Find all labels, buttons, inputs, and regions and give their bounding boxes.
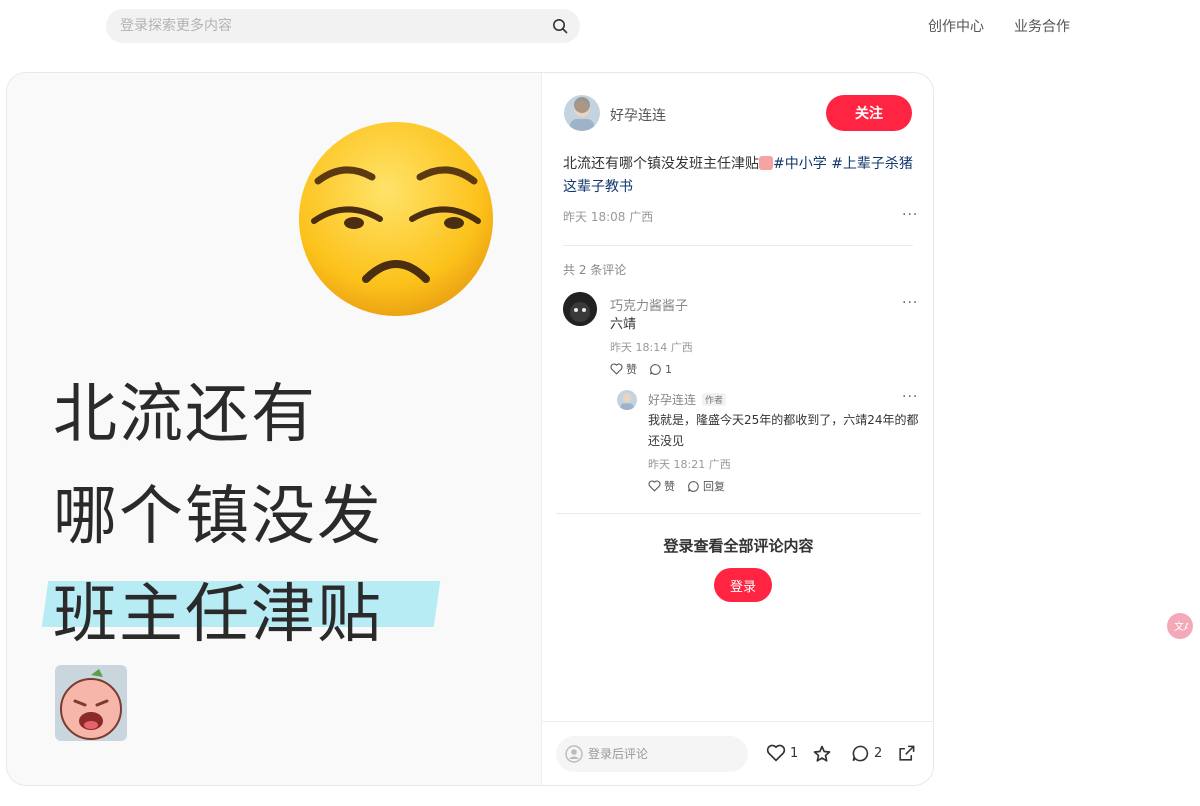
divider	[563, 245, 913, 246]
search-bar[interactable]	[106, 9, 580, 43]
user-icon	[565, 745, 583, 763]
author-badge: 作者	[702, 393, 727, 406]
author-avatar[interactable]	[564, 95, 600, 131]
reply-author-avatar[interactable]	[617, 390, 637, 410]
collect-button[interactable]	[812, 744, 832, 764]
comment-bubble-icon	[852, 745, 869, 762]
comment-reply-button[interactable]: 1	[649, 363, 672, 376]
tag-link[interactable]: #中小学	[773, 156, 827, 172]
follow-button[interactable]: 关注	[826, 95, 912, 131]
reply-label: 回复	[703, 480, 725, 493]
share-button[interactable]	[897, 744, 916, 763]
note-card: 北流还有 哪个镇没发 班主任津贴 好孕连连 关注 北流还有哪个镇没发班主任津贴 #…	[6, 72, 934, 786]
reply-count: 1	[665, 362, 672, 376]
comment-more-icon[interactable]: ···	[902, 295, 918, 311]
search-icon[interactable]	[548, 14, 572, 38]
translate-icon[interactable]: 文A	[1167, 613, 1193, 639]
poster-line-3: 班主任津贴	[53, 578, 383, 652]
heart-icon	[648, 480, 661, 492]
comment-text: 六靖	[610, 317, 637, 332]
comment-count: 共 2 条评论	[563, 263, 627, 277]
comment-actions: 赞 1	[610, 361, 672, 377]
reply-user-label: 好孕连连	[648, 393, 697, 407]
divider	[556, 513, 921, 514]
svg-text:文A: 文A	[1174, 620, 1188, 633]
poster-line-2: 哪个镇没发	[53, 480, 383, 554]
comment-input[interactable]	[588, 736, 738, 772]
like-button[interactable]: 1	[766, 744, 798, 762]
comment-button[interactable]: 2	[851, 744, 882, 763]
note-detail-panel: 好孕连连 关注 北流还有哪个镇没发班主任津贴 #中小学 #上辈子杀猪这辈子教书 昨…	[542, 73, 933, 785]
comment-bubble-icon	[650, 363, 661, 375]
reply-user-name[interactable]: 好孕连连 作者	[648, 391, 727, 408]
reply-like-button[interactable]: 赞	[648, 478, 675, 494]
comment-like-button[interactable]: 赞	[610, 361, 637, 377]
reply-actions: 赞 回复	[648, 478, 725, 494]
reply-meta: 昨天 18:21 广西	[648, 458, 731, 471]
commenter-avatar[interactable]	[563, 292, 597, 326]
comment-meta: 昨天 18:14 广西	[610, 341, 693, 354]
note-more-icon[interactable]: ···	[902, 207, 918, 223]
poster-line-1: 北流还有	[53, 378, 317, 452]
note-title-text: 北流还有哪个镇没发班主任津贴	[563, 156, 759, 172]
business-link[interactable]: 业务合作	[1014, 16, 1070, 36]
unamused-face-emoji-icon	[299, 122, 493, 316]
note-description: 北流还有哪个镇没发班主任津贴 #中小学 #上辈子杀猪这辈子教书	[563, 153, 913, 199]
author-name[interactable]: 好孕连连	[610, 105, 666, 125]
comment-count-bar: 2	[874, 746, 883, 761]
comment-bubble-icon	[688, 480, 699, 492]
star-icon	[813, 745, 831, 762]
crying-peach-sticker-icon	[55, 665, 127, 741]
like-count: 1	[790, 745, 799, 761]
login-prompt-title: 登录查看全部评论内容	[663, 537, 814, 555]
comment-user-name[interactable]: 巧克力酱酱子	[610, 295, 688, 314]
reply-text: 我就是，隆盛今天25年的都收到了，六靖24年的都还没见	[648, 413, 919, 448]
pig-emoji-icon	[759, 156, 773, 170]
reply-reply-button[interactable]: 回复	[687, 478, 725, 494]
like-label: 赞	[626, 363, 637, 376]
reply-more-icon[interactable]: ···	[902, 389, 918, 405]
heart-icon	[766, 744, 786, 762]
heart-icon	[610, 363, 623, 375]
note-meta: 昨天 18:08 广西	[563, 210, 654, 224]
share-icon	[899, 745, 915, 761]
note-image[interactable]: 北流还有 哪个镇没发 班主任津贴	[7, 73, 542, 785]
search-input[interactable]	[120, 9, 520, 43]
engagement-bar: 1 2	[542, 721, 933, 785]
login-button[interactable]: 登录	[714, 568, 772, 602]
like-label: 赞	[664, 480, 675, 493]
creator-center-link[interactable]: 创作中心	[928, 16, 984, 36]
comment-input-box[interactable]	[556, 736, 748, 772]
